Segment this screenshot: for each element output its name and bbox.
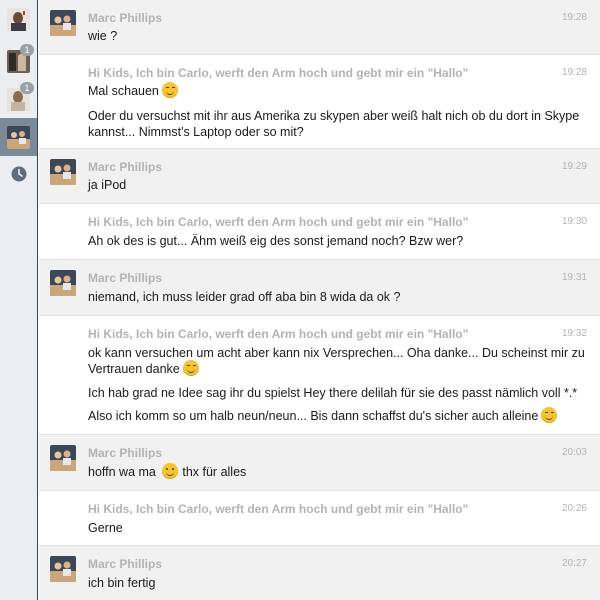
message-text: Ich hab grad ne Idee sag ihr du spielst …	[88, 386, 578, 400]
sidebar-item-contact-1[interactable]	[0, 0, 37, 38]
unread-badge: 1	[20, 82, 34, 94]
avatar	[50, 556, 76, 582]
message-time: 19:32	[561, 328, 587, 339]
avatar	[50, 159, 76, 185]
message-text: ich bin fertig	[88, 576, 156, 590]
wink-emoji-icon	[161, 82, 178, 98]
message-author: Hi Kids, Ich bin Carlo, werft den Arm ho…	[88, 502, 469, 516]
message-time: 19:29	[561, 161, 587, 172]
message-text: Also ich komm so um halb neun/neun... Bi…	[88, 407, 593, 425]
message: Hi Kids, Ich bin Carlo, werft den Arm ho…	[39, 491, 600, 546]
avatar	[50, 445, 76, 471]
message-text: ja iPod	[88, 178, 127, 192]
history-button[interactable]	[0, 156, 37, 194]
message: Marc Phillips 19:31 niemand, ich muss le…	[39, 260, 600, 316]
sidebar-item-contact-2[interactable]: 1	[0, 42, 37, 80]
avatar	[50, 270, 76, 296]
wink-emoji-icon	[541, 407, 558, 423]
message-text: Vertrauen danke	[88, 360, 593, 378]
message-time: 19:28	[561, 67, 587, 78]
message-author: Marc Phillips	[88, 271, 163, 285]
conversation-sidebar: 1 1	[0, 0, 38, 600]
message: Marc Phillips 20:27 ich bin fertig	[39, 546, 600, 600]
message: Hi Kids, Ich bin Carlo, werft den Arm ho…	[39, 204, 600, 260]
message: Marc Phillips 19:29 ja iPod	[39, 149, 600, 204]
sidebar-item-contact-3[interactable]: 1	[0, 80, 37, 118]
message-list: Marc Phillips 19:28 wie ? Hi Kids, Ich b…	[39, 0, 600, 600]
message: Hi Kids, Ich bin Carlo, werft den Arm ho…	[39, 55, 600, 149]
message-text: hoffn wa ma thx für alles	[88, 463, 247, 479]
unread-badge: 1	[20, 44, 34, 56]
message-time: 20:27	[561, 558, 587, 569]
avatar	[7, 8, 30, 31]
message-author: Marc Phillips	[88, 160, 163, 174]
message-author: Marc Phillips	[88, 557, 163, 571]
message-author: Hi Kids, Ich bin Carlo, werft den Arm ho…	[88, 66, 469, 80]
smile-emoji-icon	[162, 463, 179, 479]
avatar	[50, 10, 76, 36]
message: Marc Phillips 19:28 wie ?	[39, 0, 600, 55]
message: Marc Phillips 20:03 hoffn wa ma thx für …	[39, 435, 600, 491]
message-time: 20:26	[561, 503, 587, 514]
clock-icon	[11, 166, 27, 182]
message-author: Marc Phillips	[88, 446, 163, 460]
message-time: 19:30	[561, 216, 587, 227]
message-author: Hi Kids, Ich bin Carlo, werft den Arm ho…	[88, 215, 469, 229]
message-text: Ah ok des is gut... Ähm weiß eig des son…	[88, 234, 464, 248]
message-time: 19:31	[561, 272, 587, 283]
message-text: Mal schauen	[88, 82, 593, 100]
message-text: Gerne	[88, 521, 123, 535]
avatar	[7, 126, 30, 149]
sidebar-item-contact-4[interactable]	[0, 118, 37, 156]
message-text: wie ?	[88, 29, 118, 43]
message-time: 19:28	[561, 12, 587, 23]
message-time: 20:03	[561, 447, 587, 458]
message-text: niemand, ich muss leider grad off aba bi…	[88, 290, 401, 304]
wink-emoji-icon	[182, 360, 199, 376]
message-author: Marc Phillips	[88, 11, 163, 25]
message-text: kannst... Nimmst's Laptop oder so mit?	[88, 125, 304, 139]
message-author: Hi Kids, Ich bin Carlo, werft den Arm ho…	[88, 327, 469, 341]
message: Hi Kids, Ich bin Carlo, werft den Arm ho…	[39, 316, 600, 435]
